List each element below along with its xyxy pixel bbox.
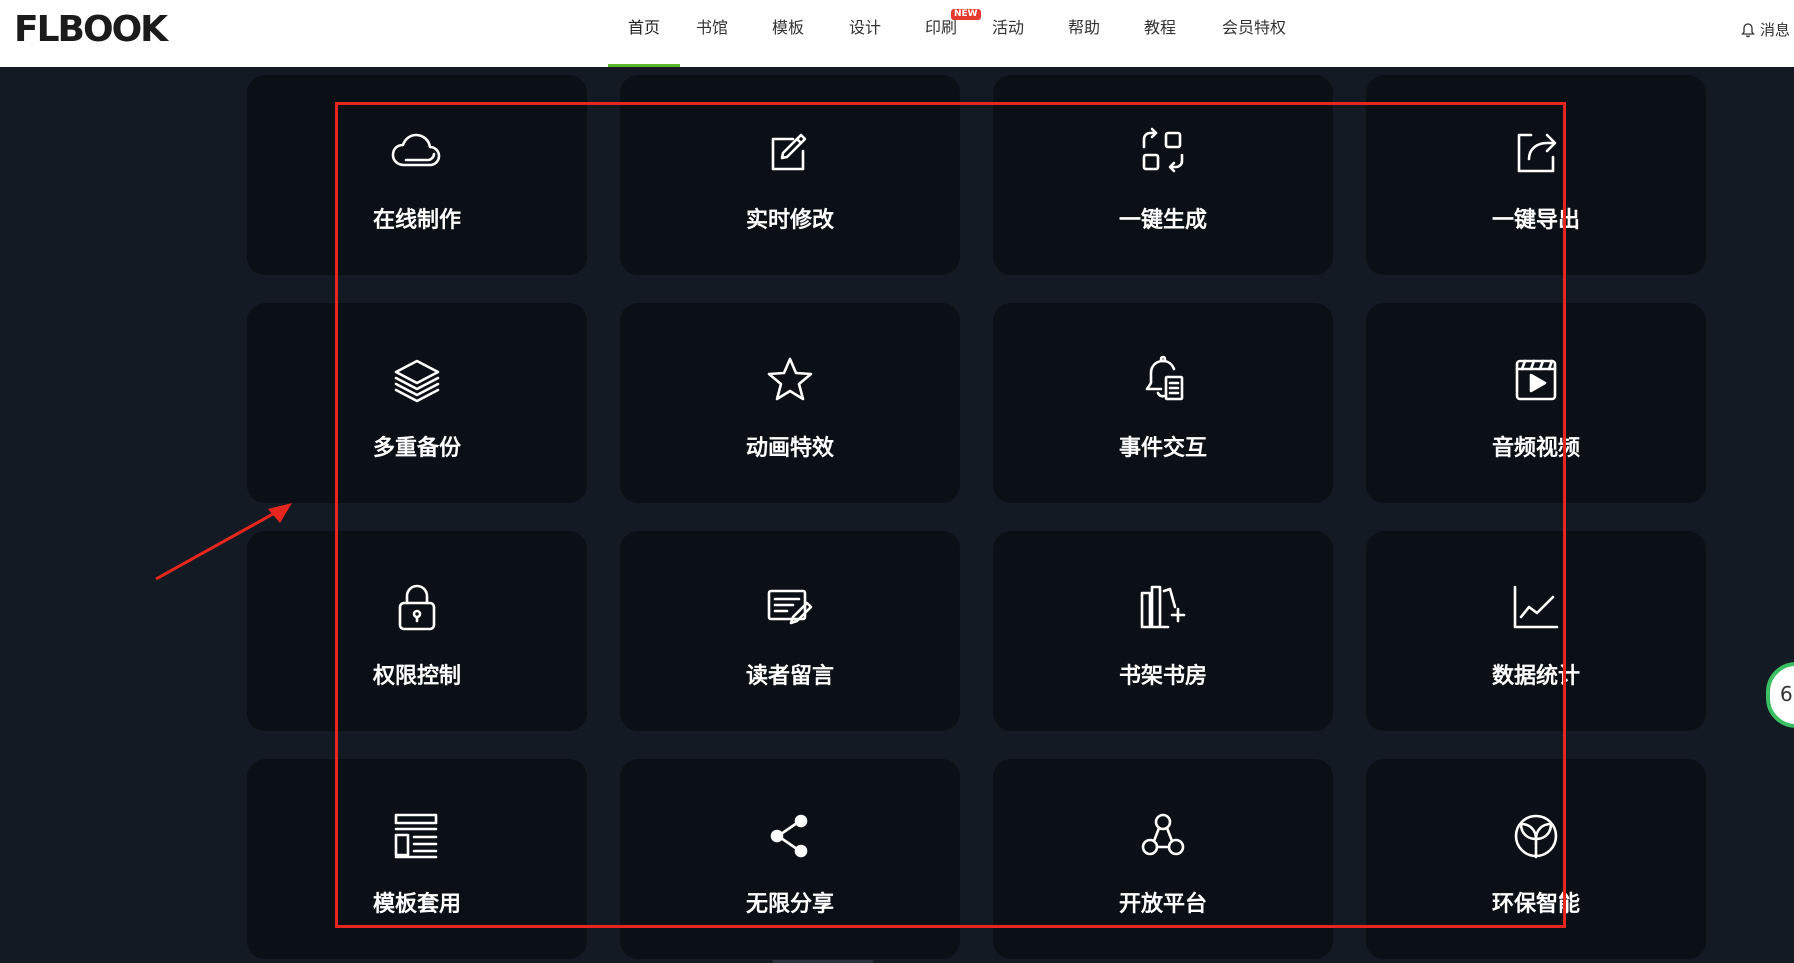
nav-label: 活动 [991, 18, 1024, 37]
nav-item-print[interactable]: 印刷 NEW [913, 0, 981, 67]
feature-card[interactable]: 环保智能 [1366, 759, 1706, 959]
side-float-widget[interactable]: 6 [1766, 662, 1794, 728]
star-icon [620, 353, 960, 407]
comment-icon [620, 581, 960, 635]
feature-label: 数据统计 [1491, 664, 1580, 689]
nav-label: 书馆 [695, 18, 728, 37]
nav-item-membership[interactable]: 会员特权 [1214, 0, 1294, 67]
feature-card[interactable]: 音频视频 [1366, 303, 1706, 503]
new-badge: NEW [951, 9, 981, 20]
generate-icon [993, 125, 1333, 179]
feature-label: 开放平台 [1118, 892, 1207, 917]
cloud-icon [247, 125, 587, 179]
layers-icon [247, 353, 587, 407]
feature-card[interactable]: 模板套用 [247, 759, 587, 959]
feature-label: 实时修改 [745, 208, 834, 233]
nav-label: 教程 [1143, 18, 1176, 37]
messages-label: 消息 [1760, 21, 1791, 39]
nav-item-templates[interactable]: 模板 [760, 0, 816, 67]
feature-label: 一键导出 [1491, 208, 1580, 233]
feature-card[interactable]: 数据统计 [1366, 531, 1706, 731]
feature-label: 动画特效 [745, 436, 834, 461]
share-icon [620, 809, 960, 863]
feature-card[interactable]: 实时修改 [620, 75, 960, 275]
messages-link[interactable]: 消息 [1740, 0, 1790, 60]
nav-label: 首页 [627, 18, 660, 37]
feature-card[interactable]: 无限分享 [620, 759, 960, 959]
bell-doc-icon [993, 353, 1333, 407]
eco-icon [1366, 809, 1706, 863]
video-icon [1366, 353, 1706, 407]
nav-item-design[interactable]: 设计 [837, 0, 893, 67]
top-header: FLBOOK 首页 书馆 模板 设计 印刷 NEW 活动 帮助 教程 会员特权 … [0, 0, 1794, 67]
feature-label: 书架书房 [1118, 664, 1207, 689]
chart-icon [1366, 581, 1706, 635]
template-icon [247, 809, 587, 863]
feature-label: 在线制作 [372, 208, 461, 233]
feature-label: 无限分享 [745, 892, 834, 917]
feature-card[interactable]: 动画特效 [620, 303, 960, 503]
feature-label: 音频视频 [1491, 436, 1580, 461]
nav-label: 模板 [771, 18, 804, 37]
feature-label: 事件交互 [1118, 436, 1207, 461]
feature-card[interactable]: 多重备份 [247, 303, 587, 503]
feature-card[interactable]: 事件交互 [993, 303, 1333, 503]
export-icon [1366, 125, 1706, 179]
feature-label: 模板套用 [372, 892, 461, 917]
nav-item-tutorials[interactable]: 教程 [1132, 0, 1188, 67]
annotation-arrow-icon [155, 503, 292, 581]
logo-text: FLBOOK [14, 9, 168, 50]
active-underline [608, 64, 680, 67]
feature-card[interactable]: 一键导出 [1366, 75, 1706, 275]
feature-label: 多重备份 [372, 436, 461, 461]
nav-item-help[interactable]: 帮助 [1056, 0, 1112, 67]
feature-card[interactable]: 开放平台 [993, 759, 1333, 959]
site-logo[interactable]: FLBOOK [14, 8, 168, 52]
platform-icon [993, 809, 1333, 863]
feature-card[interactable]: 读者留言 [620, 531, 960, 731]
nav-label: 帮助 [1067, 18, 1100, 37]
feature-label: 环保智能 [1491, 892, 1580, 917]
feature-card[interactable]: 书架书房 [993, 531, 1333, 731]
nav-label: 会员特权 [1221, 18, 1286, 37]
nav-label: 印刷 [924, 18, 957, 37]
nav-label: 设计 [848, 18, 881, 37]
feature-label: 读者留言 [745, 664, 834, 689]
bell-icon [1741, 23, 1755, 38]
side-widget-text: 6 [1780, 682, 1793, 706]
feature-card[interactable]: 在线制作 [247, 75, 587, 275]
nav-item-library[interactable]: 书馆 [684, 0, 740, 67]
nav-item-events[interactable]: 活动 [980, 0, 1036, 67]
feature-label: 一键生成 [1118, 208, 1207, 233]
lock-icon [247, 581, 587, 635]
nav-item-home[interactable]: 首页 [608, 0, 680, 67]
bookshelf-icon [993, 581, 1333, 635]
feature-label: 权限控制 [372, 664, 461, 689]
feature-card[interactable]: 一键生成 [993, 75, 1333, 275]
edit-icon [620, 125, 960, 179]
